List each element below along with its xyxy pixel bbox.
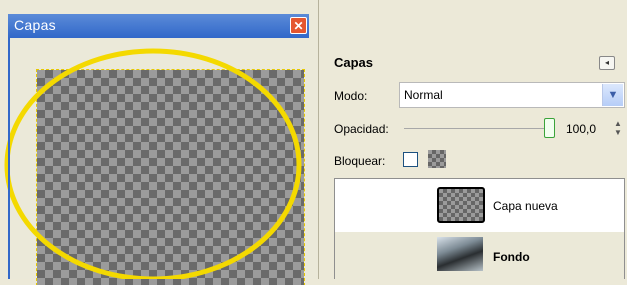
panel-heading: Capas: [334, 55, 374, 70]
opacity-slider-track[interactable]: [404, 128, 546, 129]
dock-titlebar[interactable]: Capas ✕: [8, 14, 309, 38]
panel-menu-icon[interactable]: ◂: [599, 56, 615, 70]
close-icon[interactable]: ✕: [290, 17, 307, 34]
opacity-value-field[interactable]: 100,0: [566, 122, 596, 136]
layer-row[interactable]: Fondo: [335, 232, 624, 280]
lock-pixels-checkbox[interactable]: [403, 152, 418, 167]
mode-select-value: Normal: [404, 88, 443, 102]
layer-thumbnail: [437, 187, 485, 223]
dock-frame: [8, 38, 309, 279]
layers-list: Capa nueva Fondo: [334, 178, 625, 280]
chevron-down-icon[interactable]: ▼: [602, 84, 623, 106]
layer-thumbnail: [437, 237, 483, 271]
layer-name[interactable]: Fondo: [493, 250, 530, 264]
mode-label: Modo:: [334, 89, 368, 103]
opacity-spin-buttons[interactable]: ▲ ▼: [612, 119, 624, 139]
opacity-slider-handle[interactable]: [544, 118, 555, 138]
mode-select[interactable]: Normal ▼: [399, 82, 625, 108]
dock-title: Capas: [14, 17, 56, 33]
layer-row[interactable]: Capa nueva: [335, 179, 624, 232]
opacity-label: Opacidad:: [334, 122, 389, 136]
lock-label: Bloquear:: [334, 154, 386, 168]
layer-name[interactable]: Capa nueva: [493, 199, 558, 213]
lock-alpha-icon[interactable]: [428, 150, 446, 168]
